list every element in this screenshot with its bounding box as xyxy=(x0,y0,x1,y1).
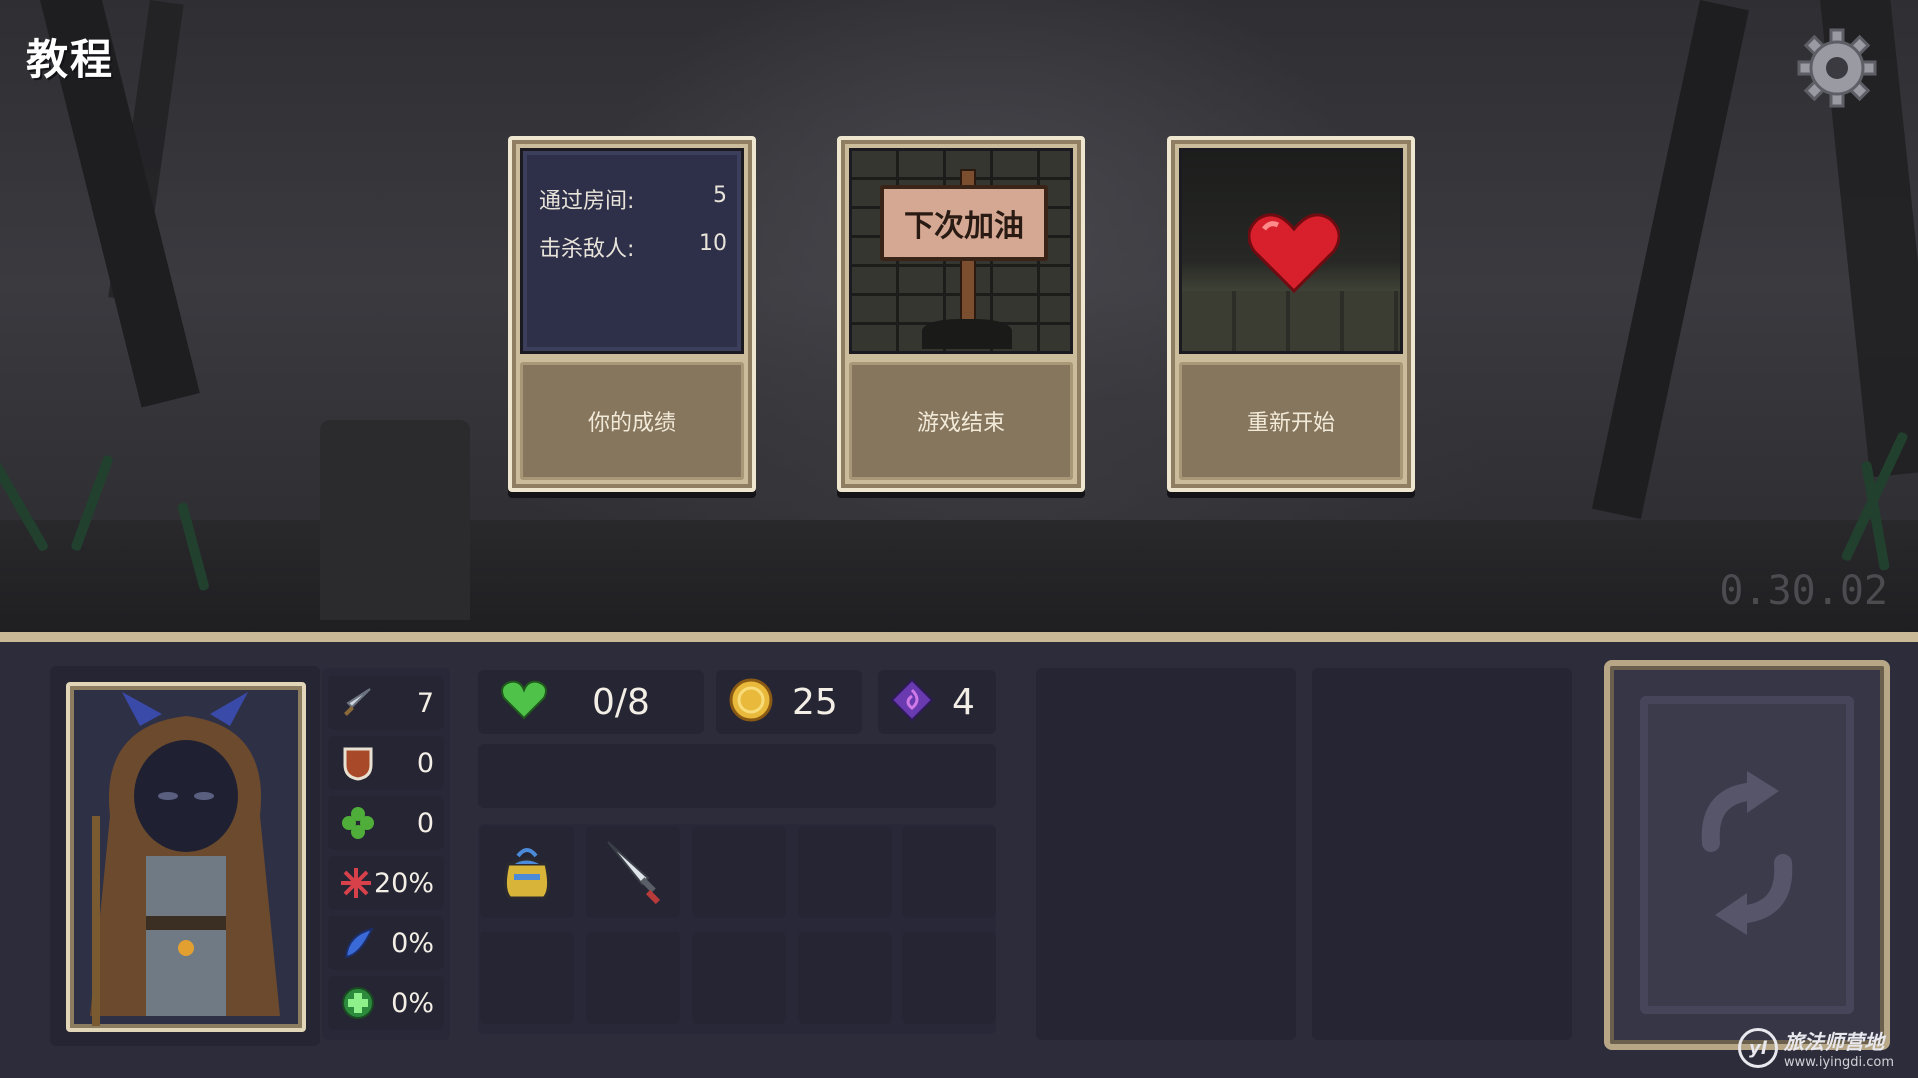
gear-icon[interactable] xyxy=(1795,26,1879,110)
attack-stat: 7 xyxy=(328,676,444,730)
dodge-stat: 0% xyxy=(328,916,444,970)
watermark-name: 旅法师营地 xyxy=(1784,1030,1884,1054)
stats-card-label: 你的成绩 xyxy=(520,362,744,480)
dodge-value: 0% xyxy=(391,927,434,959)
clover-icon xyxy=(338,803,378,843)
attack-value: 7 xyxy=(416,687,434,719)
restart-card[interactable]: 重新开始 xyxy=(1167,136,1415,492)
inventory-slot[interactable] xyxy=(692,826,786,918)
coin-value: 25 xyxy=(792,681,838,723)
stats-panel: 通过房间: 5 击杀敌人: 10 xyxy=(520,148,744,354)
watermark: yl 旅法师营地 www.iyingdi.com xyxy=(1738,1026,1894,1070)
coin-counter: 25 xyxy=(716,670,862,734)
dungeon-floor xyxy=(1182,291,1400,351)
background-tree xyxy=(1591,0,1749,520)
refresh-icon xyxy=(1687,763,1807,947)
equipment-slot[interactable] xyxy=(1312,668,1572,1040)
defense-value: 0 xyxy=(416,747,434,779)
game-scene: 教程 0.30.02 通过房间: 5 击杀敌人: 10 你的成绩 下次加油 游戏… xyxy=(0,0,1918,632)
signpost-board: 下次加油 xyxy=(880,185,1048,261)
heal-plus-icon xyxy=(338,983,378,1023)
heart-icon xyxy=(1247,211,1341,297)
watermark-text: 旅法师营地 www.iyingdi.com xyxy=(1784,1026,1894,1070)
inventory-slot[interactable] xyxy=(798,932,892,1024)
ground xyxy=(0,520,1918,632)
crit-value: 20% xyxy=(374,867,435,899)
inventory-slot[interactable] xyxy=(480,826,574,918)
dungeon-art xyxy=(1179,148,1403,354)
equipment-slot[interactable] xyxy=(1036,668,1296,1040)
coin-icon xyxy=(728,677,774,727)
page-title: 教程 xyxy=(26,35,115,84)
inventory-slot[interactable] xyxy=(586,932,680,1024)
gem-value: 4 xyxy=(952,681,975,723)
heart-icon xyxy=(500,680,548,724)
kills-value: 10 xyxy=(699,231,727,256)
game-over-label: 游戏结束 xyxy=(849,362,1073,480)
inventory-slot[interactable] xyxy=(480,932,574,1024)
defense-stat: 0 xyxy=(328,736,444,790)
feather-icon xyxy=(338,923,378,963)
watermark-logo: yl xyxy=(1738,1028,1778,1068)
version-label: 0.30.02 xyxy=(1719,568,1888,614)
health-value: 0/8 xyxy=(592,681,650,723)
rooms-row: 通过房间: 5 xyxy=(539,183,727,215)
restart-label: 重新开始 xyxy=(1179,362,1403,480)
character-portrait xyxy=(66,682,306,1032)
bag-icon xyxy=(496,840,558,908)
rooms-value: 5 xyxy=(713,183,727,208)
inventory-slot[interactable] xyxy=(798,826,892,918)
gem-counter: 4 xyxy=(878,670,996,734)
dagger-icon xyxy=(602,838,668,912)
inventory-slot[interactable] xyxy=(692,932,786,1024)
reroll-card-face xyxy=(1640,696,1854,1014)
health-counter: 0/8 xyxy=(478,670,704,734)
stats-card[interactable]: 通过房间: 5 击杀敌人: 10 你的成绩 xyxy=(508,136,756,492)
rooms-label: 通过房间: xyxy=(539,189,635,214)
status-bar xyxy=(478,744,996,808)
luck-value: 0 xyxy=(416,807,434,839)
signpost-rocks xyxy=(922,319,1012,349)
signpost-art: 下次加油 xyxy=(849,148,1073,354)
kills-label: 击杀敌人: xyxy=(539,237,635,262)
heal-value: 0% xyxy=(391,987,434,1019)
tree-stump xyxy=(320,420,470,620)
reroll-button[interactable] xyxy=(1604,660,1890,1050)
game-over-card[interactable]: 下次加油 游戏结束 xyxy=(837,136,1085,492)
inventory-slot[interactable] xyxy=(902,932,996,1024)
shield-icon xyxy=(338,743,378,783)
inventory-slot[interactable] xyxy=(902,826,996,918)
heal-stat: 0% xyxy=(328,976,444,1030)
gem-icon xyxy=(890,678,934,726)
crit-stat: 20% xyxy=(328,856,444,910)
crit-icon xyxy=(338,863,374,903)
sword-icon xyxy=(338,683,378,723)
luck-stat: 0 xyxy=(328,796,444,850)
inventory-slot[interactable] xyxy=(586,826,680,918)
watermark-url: www.iyingdi.com xyxy=(1784,1055,1895,1070)
kills-row: 击杀敌人: 10 xyxy=(539,231,727,263)
